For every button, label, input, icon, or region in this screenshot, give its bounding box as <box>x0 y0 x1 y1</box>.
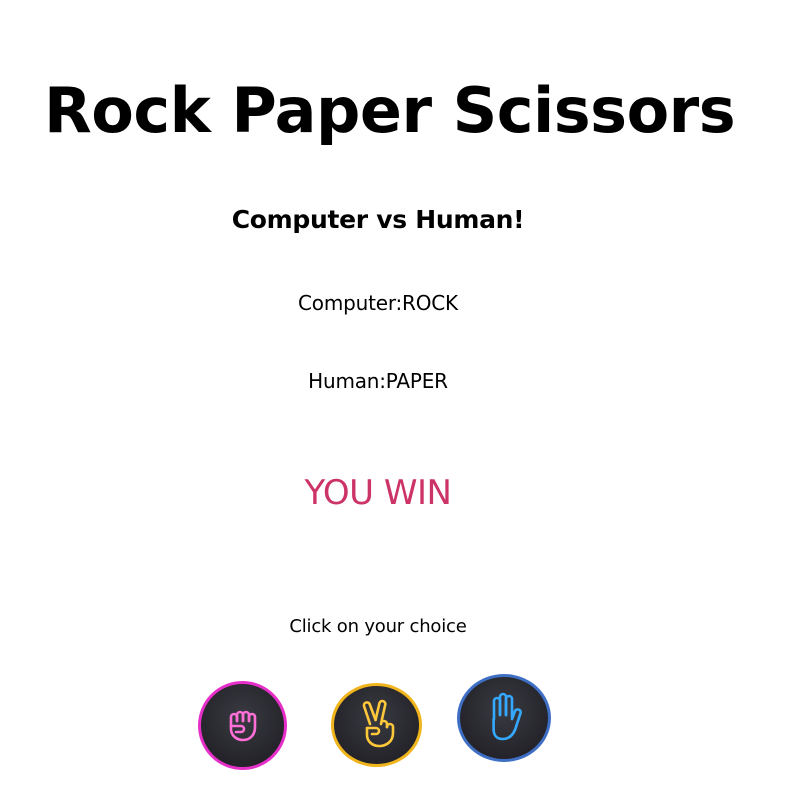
open-hand-icon <box>481 691 527 745</box>
peace-hand-icon <box>354 698 400 752</box>
page-title: Rock Paper Scissors <box>44 74 736 147</box>
subtitle: Computer vs Human! <box>231 205 525 234</box>
scissors-button[interactable] <box>331 683 422 767</box>
paper-button[interactable] <box>457 674 551 762</box>
choice-prompt: Click on your choice <box>289 616 467 637</box>
human-choice-text: Human:PAPER <box>308 369 448 393</box>
game-page: Rock Paper Scissors Computer vs Human! C… <box>0 0 788 788</box>
rock-button[interactable] <box>198 681 287 770</box>
result-text: YOU WIN <box>304 473 452 513</box>
fist-icon <box>219 702 267 750</box>
computer-choice-text: Computer:ROCK <box>298 291 458 315</box>
